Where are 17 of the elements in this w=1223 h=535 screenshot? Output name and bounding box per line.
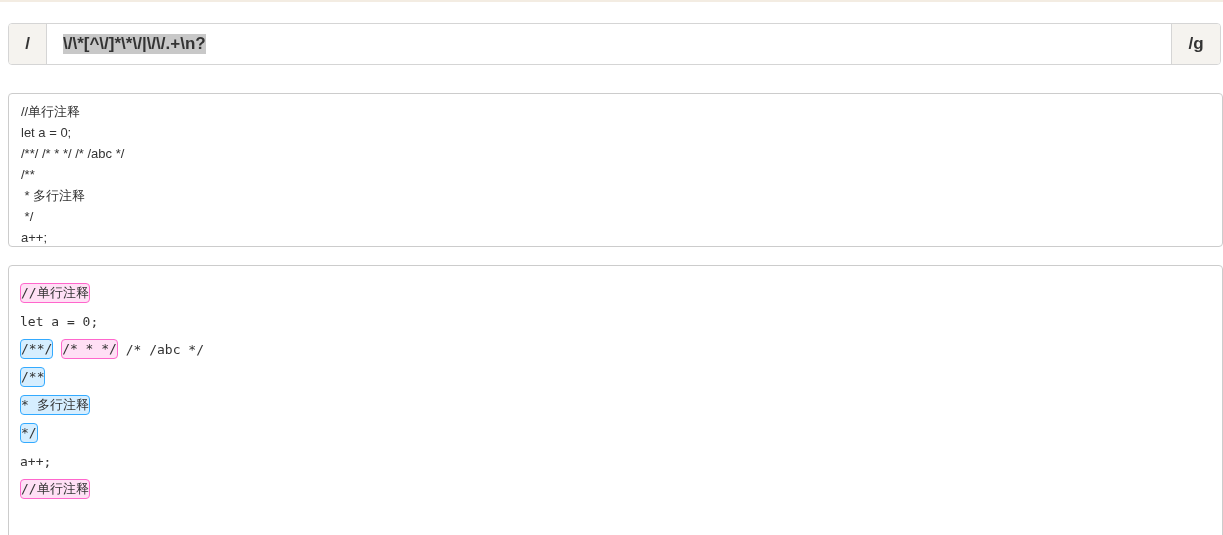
source-text-line: /** — [21, 166, 36, 184]
source-text-line: a++; — [21, 229, 49, 246]
match-highlight: * 多行注释 — [20, 395, 90, 415]
source-text-line: /**/ /* * */ /* /abc */ — [21, 145, 126, 163]
match-highlight: /**/ — [20, 339, 54, 359]
source-text-line: */ — [23, 208, 35, 226]
result-text: /* /abc */ — [125, 341, 204, 357]
match-highlight: */ — [20, 423, 38, 443]
match-highlight: /** — [20, 367, 46, 387]
source-text-line: let a = 0; — [21, 124, 73, 142]
match-highlight: /* * */ — [61, 339, 118, 359]
match-highlight: //单行注释 — [20, 283, 90, 303]
source-text-line: //单行注释 — [21, 103, 82, 121]
source-text-line: * 多行注释 — [23, 187, 87, 205]
result-text: a++; — [20, 453, 52, 469]
result-text: let a = 0; — [20, 313, 99, 329]
match-highlight: //单行注释 — [20, 479, 90, 499]
